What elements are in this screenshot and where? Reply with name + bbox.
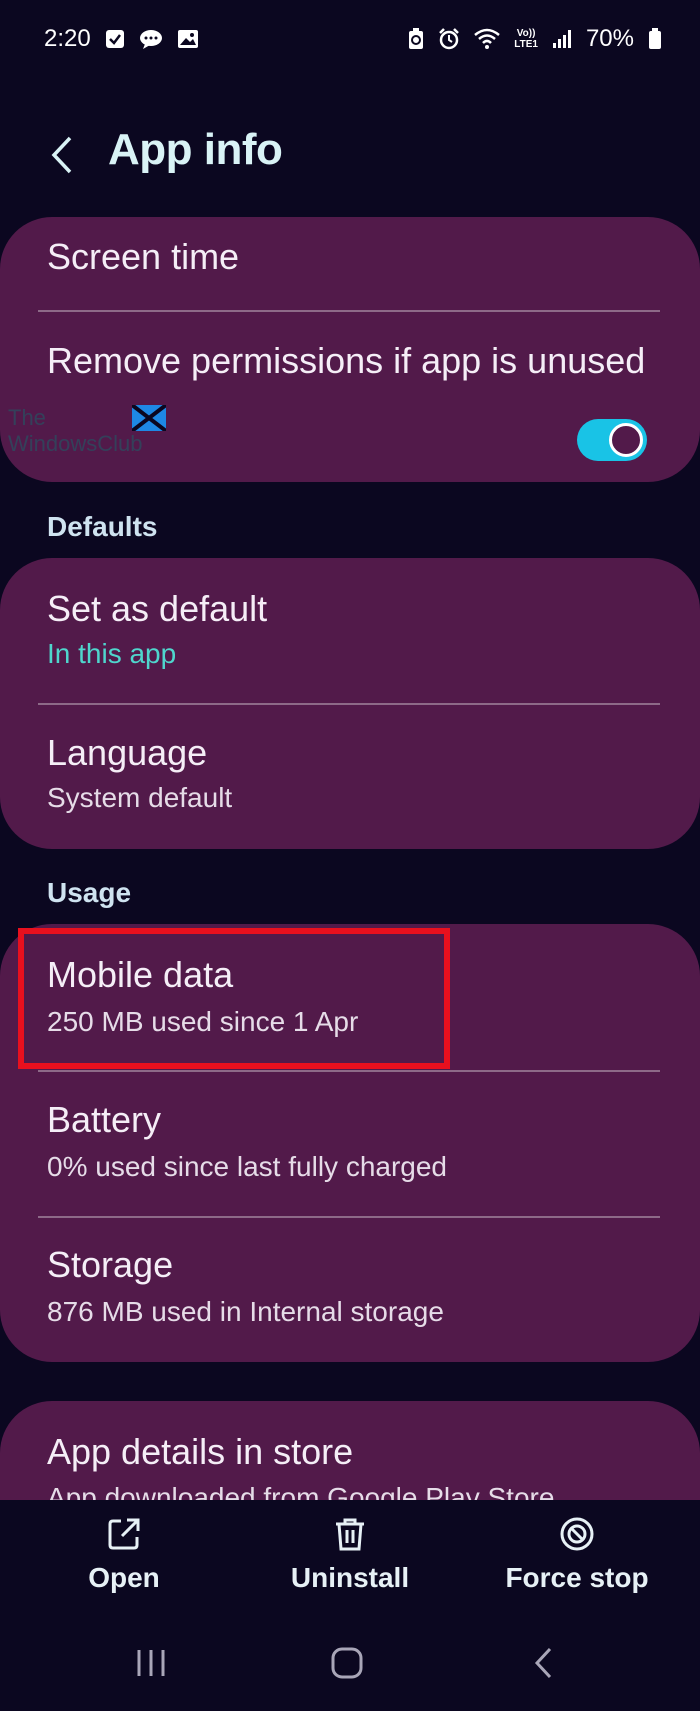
watermark-logo-icon — [132, 405, 166, 431]
chevron-left-icon — [51, 136, 72, 174]
remove-permissions-toggle[interactable] — [577, 419, 647, 461]
lte-label: LTE1 — [514, 39, 538, 50]
stop-icon — [560, 1517, 594, 1551]
back-chevron-icon — [534, 1647, 552, 1679]
force-stop-label: Force stop — [505, 1562, 649, 1593]
language-row[interactable]: Language System default — [0, 705, 700, 849]
toggle-knob — [609, 423, 643, 457]
checkbox-notification-icon — [105, 29, 125, 49]
home-button[interactable] — [317, 1638, 377, 1688]
card-defaults: Set as default In this app Language Syst… — [0, 558, 700, 849]
status-bar: 2:20 Vo)) LTE1 70% — [0, 0, 700, 78]
screen-time-title: Screen time — [47, 236, 240, 277]
set-as-default-sub: In this app — [47, 638, 177, 669]
divider — [38, 310, 660, 312]
battery-sub: 0% used since last fully charged — [47, 1151, 447, 1182]
header: App info — [0, 105, 700, 205]
recent-apps-button[interactable] — [121, 1638, 181, 1688]
storage-title: Storage — [47, 1244, 174, 1285]
trash-icon — [336, 1518, 364, 1551]
force-stop-button[interactable]: Force stop — [505, 1516, 649, 1594]
watermark: The WindowsClub — [8, 405, 168, 461]
recent-apps-icon — [137, 1650, 165, 1676]
home-icon — [331, 1647, 363, 1679]
storage-sub: 876 MB used in Internal storage — [47, 1296, 444, 1327]
battery-row[interactable]: Battery 0% used since last fully charged — [0, 1072, 700, 1216]
set-as-default-row[interactable]: Set as default In this app — [0, 558, 700, 704]
nav-back-button[interactable] — [514, 1638, 574, 1688]
set-as-default-title: Set as default — [47, 588, 268, 629]
open-label: Open — [88, 1562, 160, 1593]
wifi-icon — [474, 28, 501, 50]
volte-icon: Vo)) LTE1 — [514, 28, 538, 50]
volte-label: Vo)) — [516, 28, 536, 39]
battery-icon — [648, 28, 662, 50]
back-button[interactable] — [40, 133, 84, 177]
image-icon — [177, 29, 199, 49]
nav-bar — [0, 1620, 700, 1711]
battery-title: Battery — [47, 1099, 162, 1140]
battery-saver-icon — [408, 28, 424, 50]
uninstall-label: Uninstall — [290, 1562, 410, 1593]
chat-bubble-icon — [139, 29, 163, 49]
app-details-in-store-title: App details in store — [47, 1431, 354, 1472]
alarm-icon — [438, 28, 460, 50]
app-details-in-store-sub: App downloaded from Google Play Store — [47, 1482, 555, 1500]
card-store: App details in store App downloaded from… — [0, 1401, 700, 1500]
section-label-usage: Usage — [47, 877, 132, 908]
storage-row[interactable]: Storage 876 MB used in Internal storage — [0, 1218, 700, 1362]
action-bar: Open Uninstall Force stop — [0, 1500, 700, 1610]
highlight-box — [18, 928, 450, 1069]
language-sub: System default — [47, 782, 233, 813]
watermark-line2: WindowsClub — [8, 431, 143, 456]
status-right: Vo)) LTE1 70% — [408, 25, 662, 53]
uninstall-button[interactable]: Uninstall — [290, 1516, 410, 1594]
signal-icon — [552, 29, 572, 49]
watermark-line1: The — [8, 405, 46, 430]
page-title: App info — [108, 125, 283, 174]
battery-percent: 70% — [585, 25, 634, 52]
app-details-in-store-row[interactable]: App details in store App downloaded from… — [0, 1401, 700, 1500]
open-external-icon — [108, 1518, 140, 1550]
status-left: 2:20 — [44, 25, 199, 53]
screen-time-row[interactable]: Screen time — [0, 217, 700, 311]
remove-permissions-title: Remove permissions if app is unused — [47, 340, 646, 381]
language-title: Language — [47, 732, 208, 773]
open-button[interactable]: Open — [84, 1516, 164, 1594]
section-label-defaults: Defaults — [47, 511, 158, 542]
status-time: 2:20 — [44, 25, 91, 52]
